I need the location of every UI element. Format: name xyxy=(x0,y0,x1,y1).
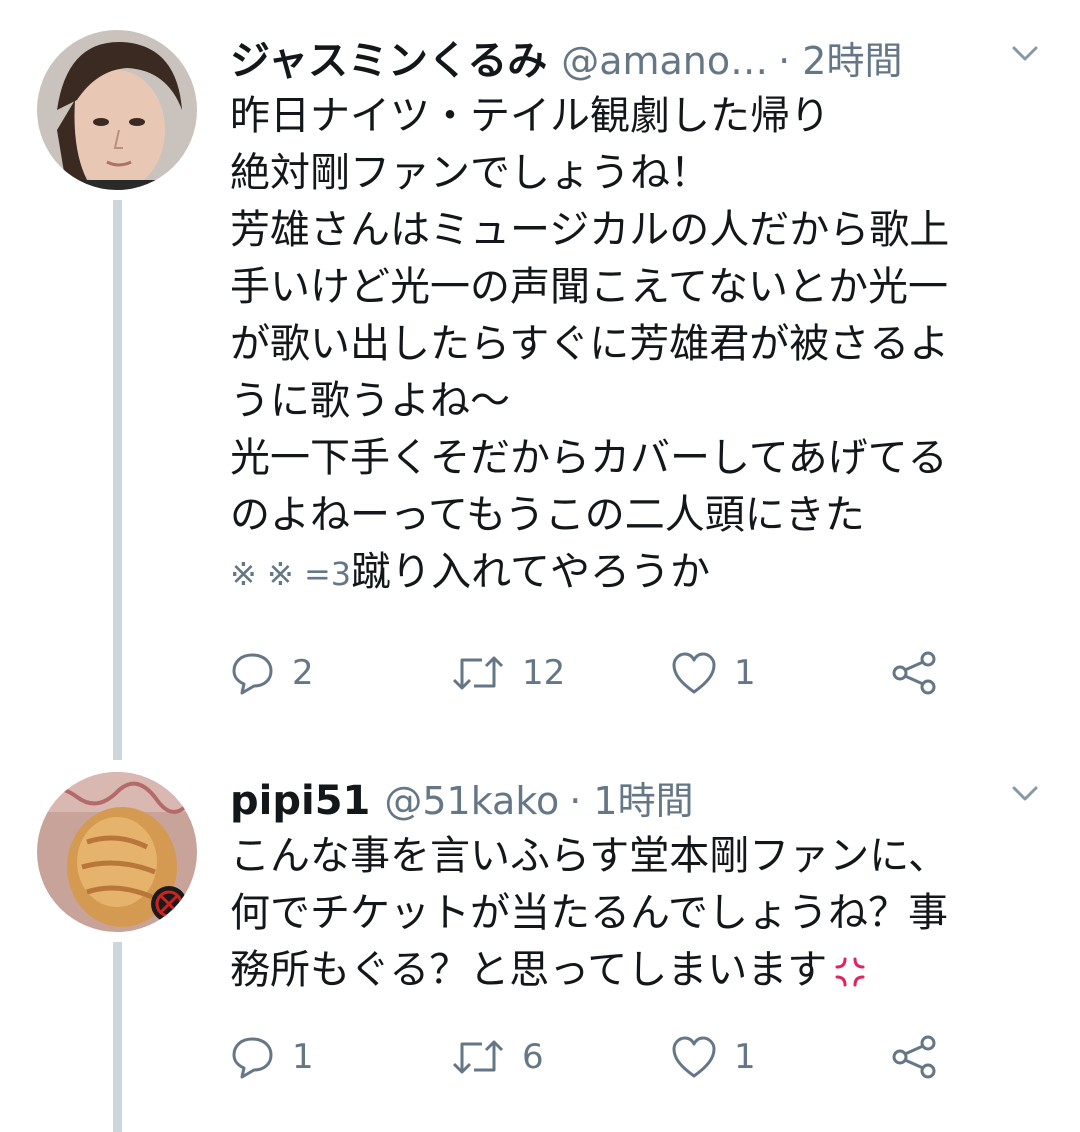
tweet-text-fragment: 務所もぐる？と思ってしまいます xyxy=(230,947,828,993)
tweet-text-line: のよねーってもうこの二人頭にきた xyxy=(230,492,865,538)
like-count: 1 xyxy=(734,653,756,693)
tweet-text-line: 絶対剛ファンでしょうね！ xyxy=(230,150,710,196)
reply-button[interactable]: 2 xyxy=(230,648,314,698)
user-handle[interactable]: @amano… xyxy=(561,39,768,83)
tweet-text-fragment: 蹴り入れてやろうか xyxy=(351,549,710,595)
emoticon-marks: ※ ※ =3 xyxy=(230,555,352,593)
tweet-text-line: 芳雄さんはミュージカルの人だから歌上 xyxy=(230,207,950,253)
retweet-count: 6 xyxy=(522,1037,544,1077)
tweet-header: pipi51 @51kako · 1時間 xyxy=(230,770,694,825)
tweet-actions: 1 6 1 xyxy=(230,1032,970,1082)
reply-button[interactable]: 1 xyxy=(230,1032,314,1082)
share-button[interactable] xyxy=(890,648,938,698)
tweet-text-line: 手いけど光一の声聞こえてないとか光一 xyxy=(230,264,948,310)
display-name[interactable]: ジャスミンくるみ xyxy=(230,28,547,86)
chevron-down-icon[interactable] xyxy=(1012,40,1038,66)
tweet-text: 昨日ナイツ・テイル観劇した帰り 絶対剛ファンでしょうね！ 芳雄さんはミュージカル… xyxy=(230,88,1060,603)
tweet-text-line: 昨日ナイツ・テイル観劇した帰り xyxy=(230,93,830,139)
user-avatar[interactable] xyxy=(37,30,197,190)
retweet-count: 12 xyxy=(522,653,566,693)
timestamp[interactable]: · 2時間 xyxy=(778,30,902,85)
user-avatar-portrait-icon xyxy=(37,30,197,190)
tweet-text-line: が歌い出したらすぐに芳雄君が被さるよ xyxy=(230,321,950,367)
retweet-button[interactable]: 6 xyxy=(450,1032,544,1082)
anger-icon xyxy=(835,957,865,987)
reply-icon xyxy=(232,1037,273,1079)
reply-count: 2 xyxy=(292,653,314,693)
share-icon xyxy=(892,651,936,695)
tweet-actions: 2 12 1 xyxy=(230,648,970,698)
tweet-text-line: うに歌うよね〜 xyxy=(230,378,510,424)
user-avatar[interactable] xyxy=(37,772,197,932)
like-button[interactable]: 1 xyxy=(670,1032,756,1082)
thread-connector-line xyxy=(113,200,122,760)
tweet-text-line: ※ ※ =3蹴り入れてやろうか xyxy=(230,544,1060,603)
heart-icon xyxy=(672,652,716,694)
share-icon xyxy=(892,1035,936,1079)
timestamp[interactable]: · 1時間 xyxy=(569,770,693,825)
retweet-icon xyxy=(452,1040,504,1074)
heart-icon xyxy=(672,1036,716,1078)
tweet-text-line: こんな事を言いふらす堂本剛ファンに、 xyxy=(230,833,948,879)
user-handle[interactable]: @51kako xyxy=(384,779,559,823)
thread-connector-line xyxy=(113,942,122,1132)
like-count: 1 xyxy=(734,1037,756,1077)
cat-avatar-icon xyxy=(37,772,197,932)
tweet-text-line: 何でチケットが当たるんでしょうね？事 xyxy=(230,890,948,936)
tweet-text: こんな事を言いふらす堂本剛ファンに、 何でチケットが当たるんでしょうね？事 務所… xyxy=(230,828,1060,999)
display-name[interactable]: pipi51 xyxy=(230,778,370,824)
retweet-icon xyxy=(452,656,504,690)
share-button[interactable] xyxy=(890,1032,938,1082)
tweet-text-line: 光一下手くそだからカバーしてあげてる xyxy=(230,435,948,481)
reply-count: 1 xyxy=(292,1037,314,1077)
tweet-text-line: 務所もぐる？と思ってしまいます xyxy=(230,942,1060,999)
like-button[interactable]: 1 xyxy=(670,648,756,698)
chevron-down-icon[interactable] xyxy=(1012,780,1038,806)
reply-icon xyxy=(232,653,273,695)
tweet-header: ジャスミンくるみ @amano… · 2時間 xyxy=(230,28,902,86)
retweet-button[interactable]: 12 xyxy=(450,648,565,698)
